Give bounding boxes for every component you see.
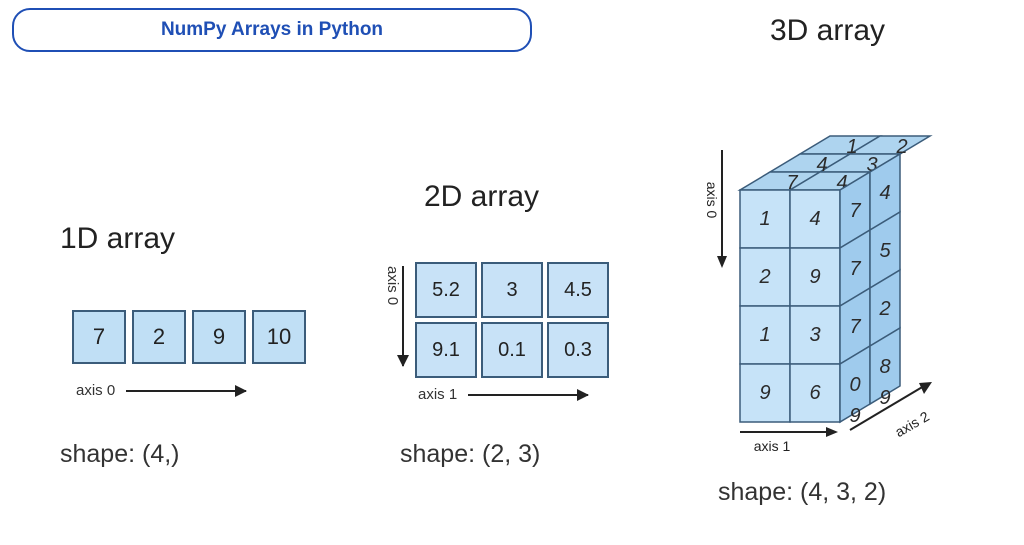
cell-3d-side: 0 <box>849 374 860 396</box>
title-3d: 3D array <box>770 14 885 48</box>
title-1d: 1D array <box>60 222 175 256</box>
arrow-2d-axis1 <box>468 394 588 396</box>
row-2d: 9.1 0.1 0.3 <box>415 322 609 378</box>
cell-3d-side: 7 <box>849 258 861 280</box>
shape-1d: shape: (4,) <box>60 440 180 469</box>
cell-3d-front: 1 <box>759 324 770 346</box>
cell-2d: 5.2 <box>415 262 477 318</box>
array-1d: 7 2 9 10 <box>72 310 306 364</box>
array-2d: 5.2 3 4.5 9.1 0.1 0.3 <box>415 262 609 378</box>
side-faces: 7 4 7 5 7 2 0 8 9 9 <box>840 154 900 427</box>
cell-2d: 0.3 <box>547 322 609 378</box>
cell-3d-front: 6 <box>809 382 821 404</box>
cell-3d-front: 2 <box>758 266 770 288</box>
top-faces: 1 2 4 3 7 4 <box>740 136 930 194</box>
axis-3d-1: axis 1 <box>754 438 791 454</box>
cell-2d: 3 <box>481 262 543 318</box>
axis-2d-1: axis 1 <box>418 386 457 403</box>
cell-3d-side: 9 <box>879 387 890 409</box>
axis-3d-0: axis 0 <box>704 182 720 219</box>
cell-3d-side: 7 <box>849 200 861 222</box>
shape-2d: shape: (2, 3) <box>400 440 540 469</box>
cell-1d: 2 <box>132 310 186 364</box>
cell-3d-top: 4 <box>816 154 827 176</box>
cell-3d-front: 9 <box>759 382 770 404</box>
axis-3d-2: axis 2 <box>892 408 932 440</box>
cell-2d: 9.1 <box>415 322 477 378</box>
shape-3d: shape: (4, 3, 2) <box>718 478 886 507</box>
cell-3d-side: 7 <box>849 316 861 338</box>
cell-1d: 10 <box>252 310 306 364</box>
cell-3d-front: 1 <box>759 208 770 230</box>
array-3d: 1 2 4 3 7 4 1 4 2 9 1 3 9 6 7 4 7 5 7 2 … <box>700 80 990 470</box>
front-faces: 1 4 2 9 1 3 9 6 <box>740 190 840 422</box>
title-2d: 2D array <box>424 180 539 214</box>
cell-3d-top: 2 <box>895 136 907 158</box>
axis-2d-0: axis 0 <box>384 266 401 305</box>
cell-1d: 9 <box>192 310 246 364</box>
cell-3d-front: 4 <box>809 208 820 230</box>
cell-3d-side: 4 <box>879 182 890 204</box>
cell-3d-side: 5 <box>879 240 891 262</box>
cell-3d-front: 3 <box>809 324 820 346</box>
arrow-2d-axis0 <box>402 266 404 366</box>
page-title-pill: NumPy Arrays in Python <box>12 8 532 52</box>
cell-2d: 0.1 <box>481 322 543 378</box>
row-2d: 5.2 3 4.5 <box>415 262 609 318</box>
arrow-1d-axis0 <box>126 390 246 392</box>
cell-2d: 4.5 <box>547 262 609 318</box>
cell-1d: 7 <box>72 310 126 364</box>
cell-3d-side: 8 <box>879 356 890 378</box>
cell-3d-side: 2 <box>878 298 890 320</box>
axis-1d-0: axis 0 <box>76 382 115 399</box>
cell-3d-front: 9 <box>809 266 820 288</box>
cell-3d-top: 1 <box>846 136 857 158</box>
